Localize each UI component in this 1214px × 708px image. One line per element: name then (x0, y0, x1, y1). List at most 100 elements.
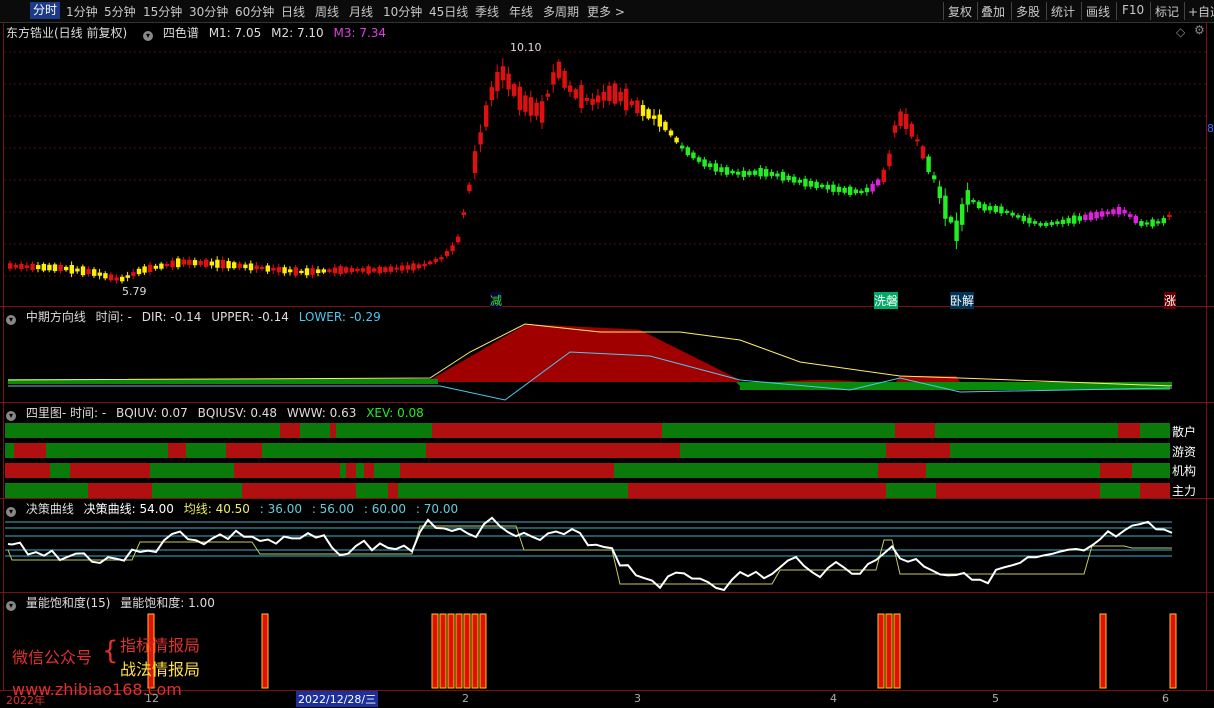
candle-body (248, 263, 254, 271)
candle-body (1116, 206, 1122, 215)
candle-body (1021, 215, 1026, 222)
decision-curve (7, 516, 1173, 592)
candle-body (786, 175, 791, 181)
period-tab-5min[interactable]: 5分钟 (104, 3, 136, 20)
candle-body (1133, 215, 1138, 224)
four-layer-segment (5, 483, 88, 498)
candle-body (321, 269, 326, 273)
candle-body (304, 268, 310, 276)
candle-body (355, 268, 360, 272)
draw-line-button[interactable]: 画线 (1086, 3, 1110, 20)
four-layer-title[interactable]: 四里图- 时间: - (26, 406, 106, 420)
candle-body (596, 95, 601, 103)
candle-body (590, 98, 595, 105)
period-tab-daily[interactable]: 日线 (281, 3, 305, 20)
four-layer-segment (950, 443, 1170, 458)
candle-body (428, 261, 433, 265)
candle-body (993, 205, 998, 213)
candle-body (573, 89, 578, 99)
candle-body (982, 204, 987, 211)
four-layer-segment (14, 443, 46, 458)
candle-body (484, 105, 489, 127)
candle-body (13, 264, 18, 268)
candle-body (1038, 223, 1043, 226)
period-tab-15min[interactable]: 15分钟 (143, 3, 182, 20)
f10-button[interactable]: F10 (1122, 3, 1144, 17)
period-tab-weekly[interactable]: 周线 (315, 3, 339, 20)
candle-body (495, 71, 500, 92)
candle-body (276, 267, 282, 273)
four-layer-segment (50, 463, 70, 478)
four-layer-stripes[interactable] (0, 422, 1214, 498)
period-tab-more[interactable]: 更多 > (587, 3, 625, 20)
volume-title[interactable]: 量能饱和度(15) (26, 596, 111, 610)
candle-body (400, 265, 405, 271)
restore-rights-button[interactable]: 复权 (948, 3, 972, 20)
candle-body (489, 87, 494, 101)
period-tab-45day[interactable]: 45日线 (429, 3, 468, 20)
four-layer-segment (432, 423, 662, 438)
watermark-line1: 指标情报局 (120, 636, 201, 655)
pane-divider (0, 690, 1214, 691)
period-tab-multi[interactable]: 多周期 (543, 3, 579, 20)
period-tab-yearly[interactable]: 年线 (509, 3, 533, 20)
period-tab-quarterly[interactable]: 季线 (475, 3, 499, 20)
add-watchlist-button[interactable]: +自选 (1188, 3, 1214, 20)
candle-body (545, 93, 550, 97)
mark-button[interactable]: 标记 (1155, 3, 1179, 20)
candle-body (271, 267, 276, 271)
direction-chart[interactable] (0, 322, 1214, 402)
candle-body (1072, 215, 1077, 224)
candle-body (332, 267, 338, 274)
candle-body (293, 267, 298, 276)
period-tab-30min[interactable]: 30分钟 (189, 3, 228, 20)
decision-chart[interactable] (0, 514, 1214, 594)
bqiuv-value: BQIUV: 0.07 (116, 406, 188, 420)
candle-body (820, 184, 825, 188)
candle-body (1111, 209, 1116, 215)
period-tab-10min[interactable]: 10分钟 (383, 3, 422, 20)
row-label-main: 主力 (1172, 484, 1197, 498)
candle-body (103, 273, 108, 279)
xaxis-tick-mar: 3 (634, 692, 641, 705)
candle-body (691, 152, 696, 159)
candlestick-chart[interactable] (0, 22, 1214, 306)
candle-body (769, 171, 774, 176)
cursor-date-label: 2022/12/28/三 (296, 691, 379, 707)
candle-body (416, 264, 422, 269)
candle-body (360, 268, 366, 272)
candle-body (349, 268, 354, 272)
period-tab-fenshi[interactable]: 分时 (30, 2, 61, 19)
multi-stock-button[interactable]: 多股 (1016, 3, 1040, 20)
candle-body (640, 105, 646, 116)
toolbar-divider (1011, 2, 1012, 20)
period-tab-1min[interactable]: 1分钟 (66, 3, 98, 20)
candle-body (366, 266, 371, 274)
candle-body (887, 153, 892, 167)
pane-divider (0, 402, 1214, 403)
indicator-menu-icon[interactable]: ▾ (6, 411, 16, 421)
candle-body (1066, 218, 1071, 224)
candle-body (775, 173, 780, 177)
volume-saturation-bar (463, 613, 471, 689)
period-tab-60min[interactable]: 60分钟 (235, 3, 274, 20)
four-layer-segment (936, 483, 1100, 498)
period-tab-monthly[interactable]: 月线 (349, 3, 373, 20)
candle-body (1027, 217, 1032, 224)
candle-body (909, 123, 914, 137)
volume-saturation-bar (447, 613, 455, 689)
candle-body (657, 114, 662, 127)
candle-body (170, 260, 175, 268)
volume-saturation-bar (479, 613, 487, 689)
candle-body (915, 139, 920, 142)
candle-body (988, 206, 993, 211)
candle-body (999, 206, 1004, 214)
candle-body (556, 61, 562, 79)
overlay-button[interactable]: 叠加 (981, 3, 1005, 20)
candle-body (439, 257, 444, 260)
candle-body (148, 264, 153, 273)
indicator-menu-icon[interactable]: ▾ (6, 601, 16, 611)
statistics-button[interactable]: 统计 (1051, 3, 1075, 20)
candle-body (792, 176, 797, 183)
candle-body (534, 102, 539, 116)
